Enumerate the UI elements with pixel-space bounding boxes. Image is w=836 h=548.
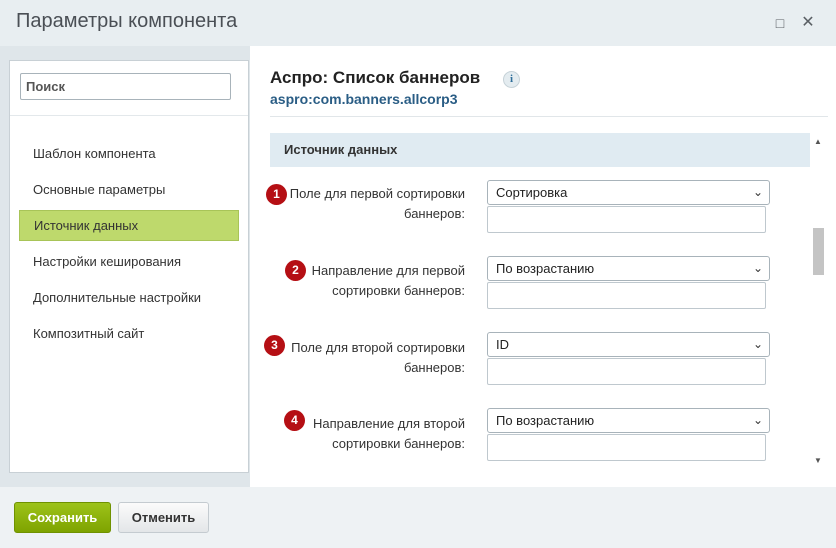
divider <box>270 116 828 117</box>
sidebar: Шаблон компонента Основные параметры Ист… <box>9 60 249 473</box>
component-title: Аспро: Список баннеров <box>270 68 481 87</box>
cancel-button[interactable]: Отменить <box>118 502 209 533</box>
field-label-line: сортировки баннеров: <box>332 283 465 298</box>
field-label: Поле для первой сортировки баннеров: <box>265 184 465 224</box>
sort-field-2-select[interactable]: ID ⌄ <box>487 332 770 357</box>
field-label-line: баннеров: <box>404 360 465 375</box>
scrollbar[interactable]: ▲ ▼ <box>811 136 825 467</box>
sidebar-item-additional-settings[interactable]: Дополнительные настройки <box>19 282 239 313</box>
field-label-line: Поле для первой сортировки <box>289 186 465 201</box>
sidebar-item-composite-site[interactable]: Композитный сайт <box>19 318 239 349</box>
sort-field-1-select[interactable]: Сортировка ⌄ <box>487 180 770 205</box>
save-button[interactable]: Сохранить <box>14 502 111 533</box>
search-area <box>10 61 248 116</box>
window-title: Параметры компонента <box>16 10 238 32</box>
section-header: Источник данных <box>270 133 810 167</box>
sort-field-2-input[interactable] <box>487 358 766 385</box>
minimize-icon[interactable]: □ <box>771 14 789 32</box>
scroll-up-icon[interactable]: ▲ <box>811 136 825 148</box>
sort-field-1-input[interactable] <box>487 206 766 233</box>
sort-order-2-select[interactable]: По возрастанию ⌄ <box>487 408 770 433</box>
field-label: Направление для первой сортировки баннер… <box>265 261 465 301</box>
select-value: Сортировка <box>496 185 568 200</box>
sidebar-item-main-params[interactable]: Основные параметры <box>19 174 239 205</box>
sidebar-item-template[interactable]: Шаблон компонента <box>19 138 239 169</box>
component-id: aspro:com.banners.allcorp3 <box>270 91 458 107</box>
select-value: ID <box>496 337 509 352</box>
scrollbar-thumb[interactable] <box>813 228 824 275</box>
field-label-line: Поле для второй сортировки <box>291 340 465 355</box>
select-value: По возрастанию <box>496 261 595 276</box>
footer: Сохранить Отменить <box>0 487 836 548</box>
search-input[interactable] <box>20 73 231 100</box>
sort-order-1-input[interactable] <box>487 282 766 309</box>
sidebar-item-cache-settings[interactable]: Настройки кеширования <box>19 246 239 277</box>
scroll-down-icon[interactable]: ▼ <box>811 455 825 467</box>
info-icon[interactable]: i <box>503 71 520 88</box>
select-value: По возрастанию <box>496 413 595 428</box>
chevron-down-icon: ⌄ <box>752 413 763 427</box>
title-bar: Параметры компонента □ ✕ <box>0 0 836 46</box>
chevron-down-icon: ⌄ <box>752 337 763 351</box>
sidebar-item-data-source[interactable]: Источник данных <box>19 210 239 241</box>
chevron-down-icon: ⌄ <box>752 185 763 199</box>
close-icon[interactable]: ✕ <box>799 14 817 32</box>
sort-order-2-input[interactable] <box>487 434 766 461</box>
field-label-line: Направление для первой <box>311 263 465 278</box>
chevron-down-icon: ⌄ <box>752 261 763 275</box>
sort-order-1-select[interactable]: По возрастанию ⌄ <box>487 256 770 281</box>
field-label-line: Направление для второй <box>312 416 465 431</box>
field-label-line: баннеров: <box>404 206 465 221</box>
field-label: Поле для второй сортировки баннеров: <box>265 338 465 378</box>
field-label-line: сортировки баннеров: <box>332 436 465 451</box>
field-label: Направление для второй сортировки баннер… <box>265 414 465 454</box>
